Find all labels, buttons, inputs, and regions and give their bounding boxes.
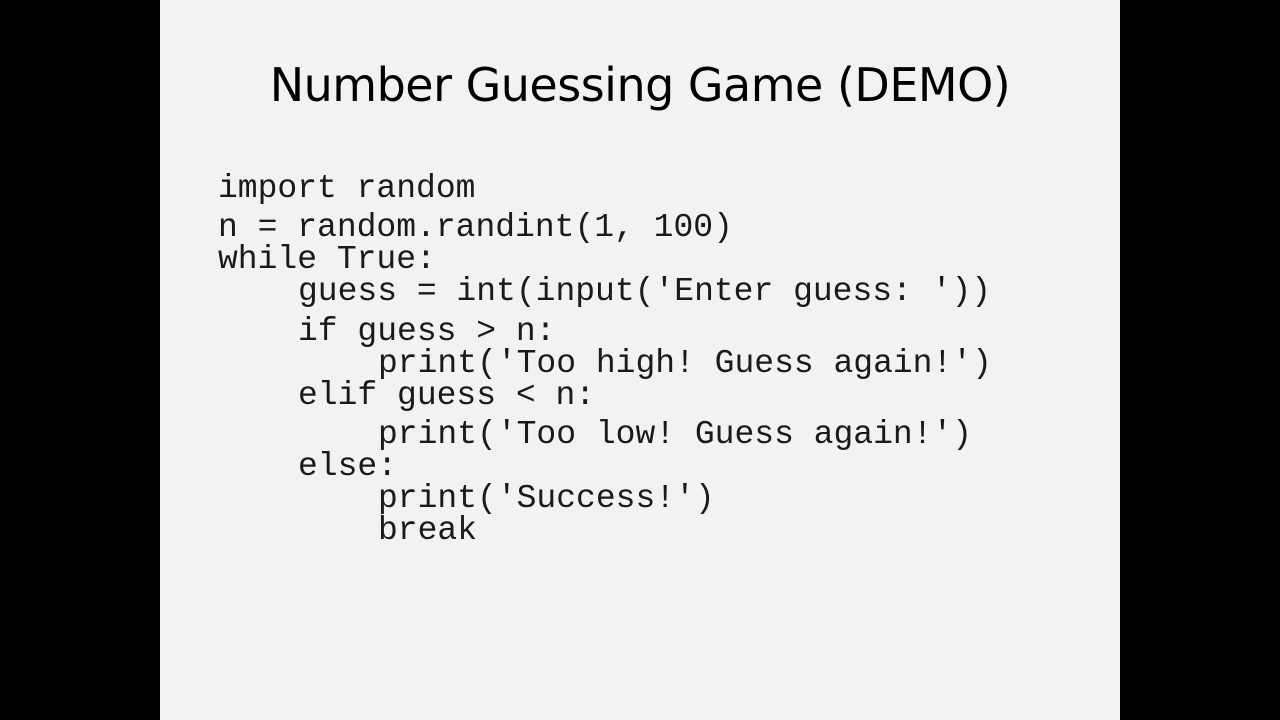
code-line: print('Too high! Guess again!') xyxy=(378,345,992,382)
code-line: print('Too low! Guess again!') xyxy=(378,416,973,453)
code-line: guess = int(input('Enter guess: ')) xyxy=(298,273,992,310)
code-line: else: xyxy=(298,448,398,485)
slide: Number Guessing Game (DEMO) import rando… xyxy=(160,0,1120,720)
code-line: n = random.randint(1, 100) xyxy=(218,209,733,246)
code-line: print('Success!') xyxy=(378,480,715,517)
code-line: break xyxy=(378,512,478,549)
code-line: while True: xyxy=(218,241,436,278)
code-line: elif guess < n: xyxy=(298,377,596,414)
code-line: import random xyxy=(218,170,476,207)
code-line: if guess > n: xyxy=(298,313,556,350)
slide-title: Number Guessing Game (DEMO) xyxy=(269,58,1011,112)
